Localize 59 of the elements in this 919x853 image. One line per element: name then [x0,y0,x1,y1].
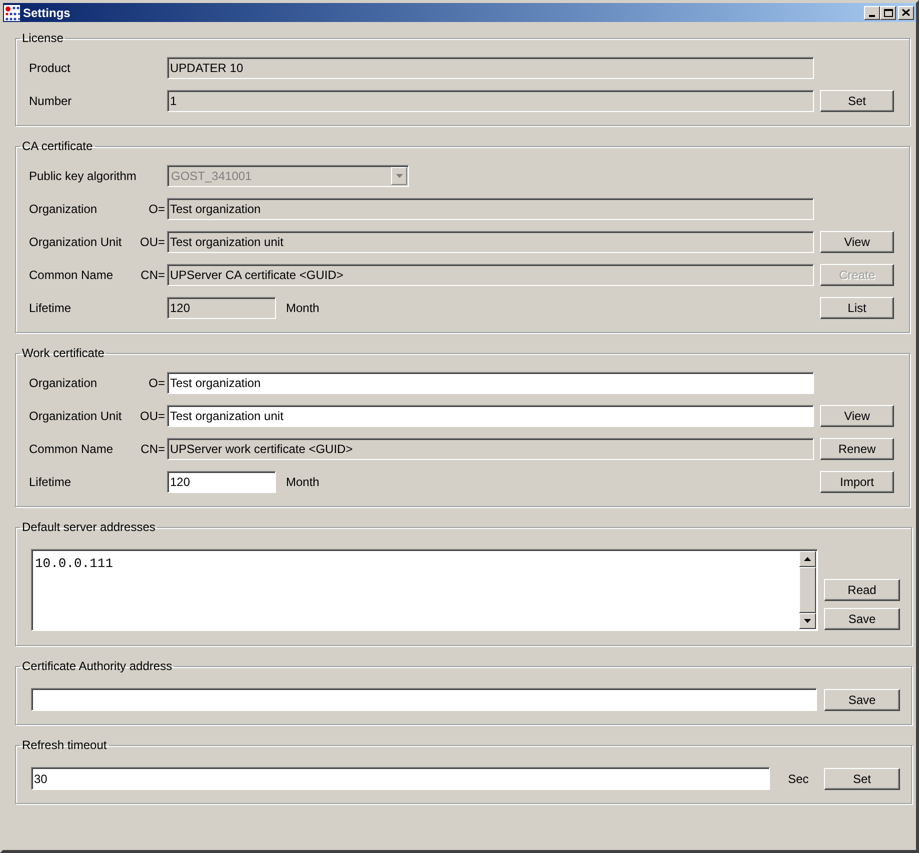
push-button[interactable]: Save [824,608,900,630]
push-button[interactable]: View [820,231,894,253]
input-field[interactable]: Test organization [167,198,814,220]
push-button[interactable]: Read [824,579,900,601]
prefix-label: OU= [140,235,165,249]
up-arrow-icon [804,557,811,561]
group-title: Refresh timeout [21,738,108,752]
field-label: Organization [29,201,98,218]
close-icon [902,9,910,16]
app-icon [4,4,20,20]
caret-icon [396,174,402,178]
unit-label: Month [286,474,320,491]
input-field[interactable]: 120 [167,471,276,493]
group-title: Work certificate [21,346,106,360]
unit-label: Month [286,300,320,317]
prefix-label: O= [148,376,165,390]
push-button[interactable]: List [820,297,894,319]
group-title: CA certificate [21,139,94,153]
down-arrow-icon [804,619,811,623]
input-field[interactable]: Test organization unit [167,231,814,253]
group-title: Default server addresses [21,520,156,534]
minimize-button[interactable] [864,6,880,20]
field-label: Organization [29,375,98,392]
group-title: License [21,31,64,45]
push-button[interactable]: Set [824,768,900,790]
field-label: Lifetime [29,300,72,317]
window-title: Settings [23,4,70,22]
field-label: Public key algorithm [29,168,137,185]
push-button[interactable]: Save [824,688,900,710]
group-title: Certificate Authority address [21,659,174,673]
input-field[interactable]: 120 [167,297,276,319]
scrollbar[interactable] [799,551,816,629]
push-button[interactable]: Renew [820,438,894,460]
field-label: Lifetime [29,474,72,491]
input-field[interactable]: UPDATER 10 [167,57,814,79]
input-field[interactable]: Test organization unit [167,405,814,427]
input-field[interactable]: 1 [167,90,814,112]
field-label: Number [29,93,73,110]
text-area[interactable]: 10.0.0.111 [31,549,818,631]
field-label: Common Name [29,267,114,284]
input-field[interactable]: 30 [31,767,770,790]
input-field[interactable]: UPServer work certificate <GUID> [167,438,814,460]
prefix-label: OU= [140,409,165,423]
input-field[interactable] [31,688,817,711]
field-label: Common Name [29,441,114,458]
input-field[interactable]: UPServer CA certificate <GUID> [167,264,814,286]
prefix-label: CN= [140,442,165,456]
prefix-label: CN= [140,268,165,282]
close-button[interactable] [898,6,914,20]
field-label: Product [29,60,72,77]
push-button[interactable]: View [820,405,894,427]
push-button[interactable]: Import [820,471,894,493]
prefix-label: O= [148,202,165,216]
maximize-button[interactable] [880,6,896,20]
input-field[interactable]: Test organization [167,372,814,394]
push-button[interactable]: Set [820,90,894,112]
unit-label: Sec [788,770,810,788]
field-label: Organization Unit [29,234,123,251]
field-label: Organization Unit [29,408,123,425]
